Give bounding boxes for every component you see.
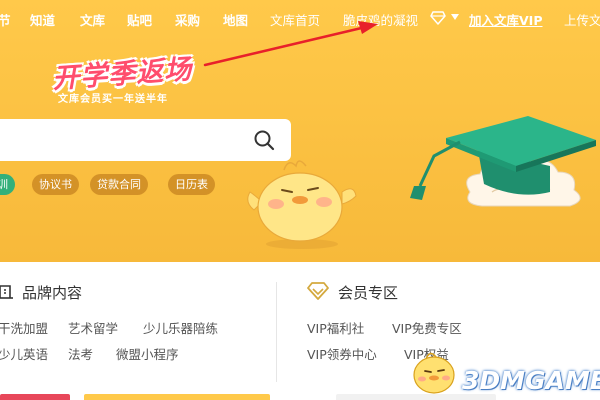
caret-down-icon[interactable]: [451, 14, 459, 20]
nav-item-username[interactable]: 脆皮鸡的凝视: [343, 10, 418, 29]
vip-diamond-icon: [307, 282, 329, 300]
diamond-icon[interactable]: [430, 11, 446, 25]
graduation-hat-illustration: [410, 116, 596, 207]
bottom-card[interactable]: [0, 394, 70, 400]
upload-link[interactable]: 上传文: [564, 10, 600, 29]
top-nav: 节 知道 文库 贴吧 采购 地图 文库首页 脆皮鸡的凝视 加入文库VIP 上传文: [0, 0, 600, 36]
brand-section-title: 品牌内容: [22, 284, 83, 302]
brand-icon: [0, 285, 13, 299]
tag-item[interactable]: 贷款合同: [90, 174, 148, 195]
bottom-card[interactable]: [84, 394, 270, 400]
promo-title[interactable]: 开学季返场: [51, 47, 193, 96]
brand-link[interactable]: 干洗加盟: [0, 318, 48, 337]
nav-item-0[interactable]: 节: [0, 10, 11, 29]
nav-item-wenku[interactable]: 文库: [80, 10, 105, 29]
brand-link[interactable]: 微盟小程序: [116, 344, 179, 363]
vip-link[interactable]: VIP免费专区: [392, 318, 462, 337]
join-vip-link[interactable]: 加入文库VIP: [469, 10, 543, 29]
chick-mascot-illustration: [247, 160, 357, 249]
vip-link[interactable]: VIP福利社: [307, 318, 364, 337]
tag-item[interactable]: 训: [0, 174, 15, 195]
nav-item-wenku-home[interactable]: 文库首页: [270, 10, 320, 29]
search-icon[interactable]: [253, 129, 275, 151]
nav-item-caigou[interactable]: 采购: [175, 10, 200, 29]
nav-item-zhidao[interactable]: 知道: [30, 10, 55, 29]
hero-banner: 节 知道 文库 贴吧 采购 地图 文库首页 脆皮鸡的凝视 加入文库VIP 上传文…: [0, 0, 600, 262]
tag-item[interactable]: 日历表: [168, 174, 215, 195]
brand-link[interactable]: 少儿英语: [0, 344, 48, 363]
watermark-mascot-logo: [413, 352, 455, 394]
brand-link[interactable]: 法考: [68, 344, 93, 363]
nav-item-ditu[interactable]: 地图: [223, 10, 248, 29]
nav-item-tieba[interactable]: 贴吧: [127, 10, 152, 29]
brand-link[interactable]: 少儿乐器陪练: [143, 318, 218, 337]
search-input[interactable]: [4, 127, 228, 155]
vip-link[interactable]: VIP领券中心: [307, 344, 377, 363]
promo-subtitle: 文库会员买一年送半年: [58, 94, 168, 105]
brand-link[interactable]: 艺术留学: [68, 318, 118, 337]
tag-item[interactable]: 协议书: [32, 174, 79, 195]
watermark-text: 3DMGAME: [462, 366, 600, 395]
section-divider: [276, 282, 277, 382]
vip-section-title: 会员专区: [338, 284, 399, 302]
